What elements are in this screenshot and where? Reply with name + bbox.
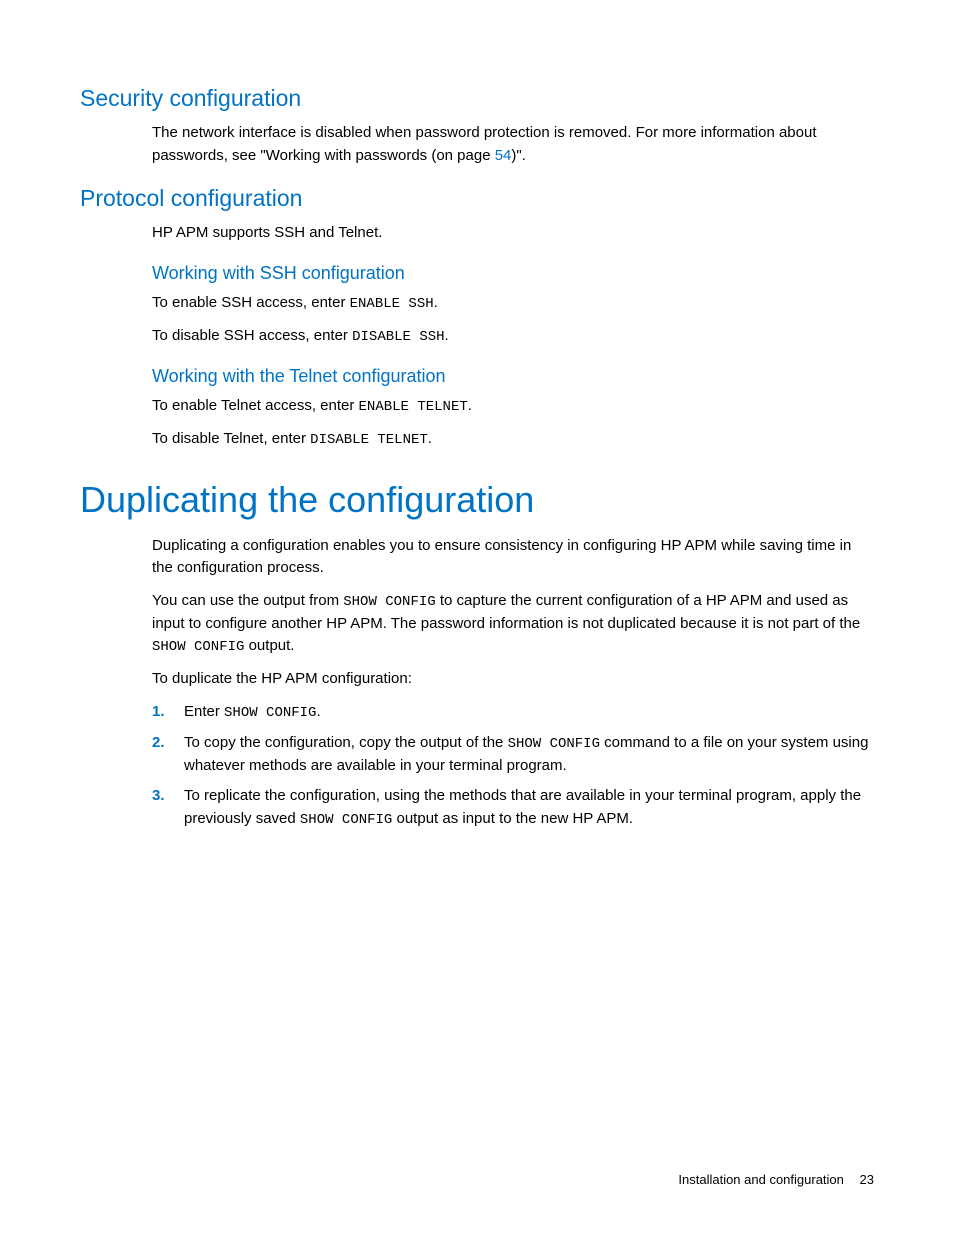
code: SHOW CONFIG [300, 812, 392, 828]
text: The network interface is disabled when p… [152, 124, 817, 164]
code: SHOW CONFIG [224, 705, 316, 721]
page-link[interactable]: 54 [495, 147, 512, 164]
text: To enable SSH access, enter [152, 294, 350, 311]
paragraph: To disable Telnet, enter DISABLE TELNET. [152, 428, 874, 451]
paragraph: You can use the output from SHOW CONFIG … [152, 590, 874, 659]
heading-protocol-configuration: Protocol configuration [80, 185, 874, 212]
code: DISABLE SSH [352, 329, 444, 345]
paragraph: To disable SSH access, enter DISABLE SSH… [152, 325, 874, 348]
paragraph: To enable Telnet access, enter ENABLE TE… [152, 395, 874, 418]
paragraph: The network interface is disabled when p… [152, 122, 874, 167]
code: ENABLE SSH [350, 296, 434, 312]
code: SHOW CONFIG [343, 594, 435, 610]
page-number: 23 [860, 1172, 874, 1187]
text: To enable Telnet access, enter [152, 397, 359, 414]
text: )". [511, 147, 526, 164]
text: To copy the configuration, copy the outp… [184, 734, 508, 751]
page-footer: Installation and configuration 23 [678, 1172, 874, 1187]
heading-security-configuration: Security configuration [80, 85, 874, 112]
subheading-ssh: Working with SSH configuration [152, 263, 874, 284]
steps-list: Enter SHOW CONFIG. To copy the configura… [152, 701, 874, 831]
text: . [428, 430, 432, 447]
footer-section: Installation and configuration [678, 1172, 844, 1187]
text: To disable Telnet, enter [152, 430, 310, 447]
text: output. [244, 637, 294, 654]
text: To disable SSH access, enter [152, 327, 352, 344]
text: . [316, 703, 320, 720]
heading-duplicating-configuration: Duplicating the configuration [80, 479, 874, 521]
code: ENABLE TELNET [359, 399, 468, 415]
subheading-telnet: Working with the Telnet configuration [152, 366, 874, 387]
code: SHOW CONFIG [152, 639, 244, 655]
paragraph: To duplicate the HP APM configuration: [152, 668, 874, 691]
text: You can use the output from [152, 592, 343, 609]
text: output as input to the new HP APM. [392, 810, 633, 827]
step-item: Enter SHOW CONFIG. [152, 701, 874, 724]
code: DISABLE TELNET [310, 432, 428, 448]
text: Enter [184, 703, 224, 720]
code: SHOW CONFIG [508, 736, 600, 752]
text: . [434, 294, 438, 311]
text: . [445, 327, 449, 344]
step-item: To copy the configuration, copy the outp… [152, 732, 874, 778]
text: . [468, 397, 472, 414]
paragraph: To enable SSH access, enter ENABLE SSH. [152, 292, 874, 315]
step-item: To replicate the configuration, using th… [152, 785, 874, 831]
paragraph: Duplicating a configuration enables you … [152, 535, 874, 580]
paragraph: HP APM supports SSH and Telnet. [152, 222, 874, 245]
